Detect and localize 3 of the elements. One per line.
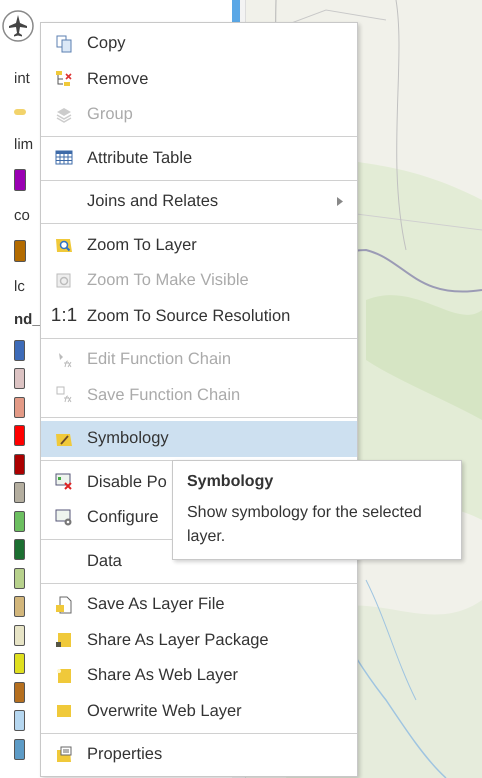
tooltip-title: Symbology [187, 473, 274, 491]
ratio-glyph: 1:1 [50, 305, 78, 328]
tooltip-text: Show symbology for the selected layer. [187, 503, 423, 547]
